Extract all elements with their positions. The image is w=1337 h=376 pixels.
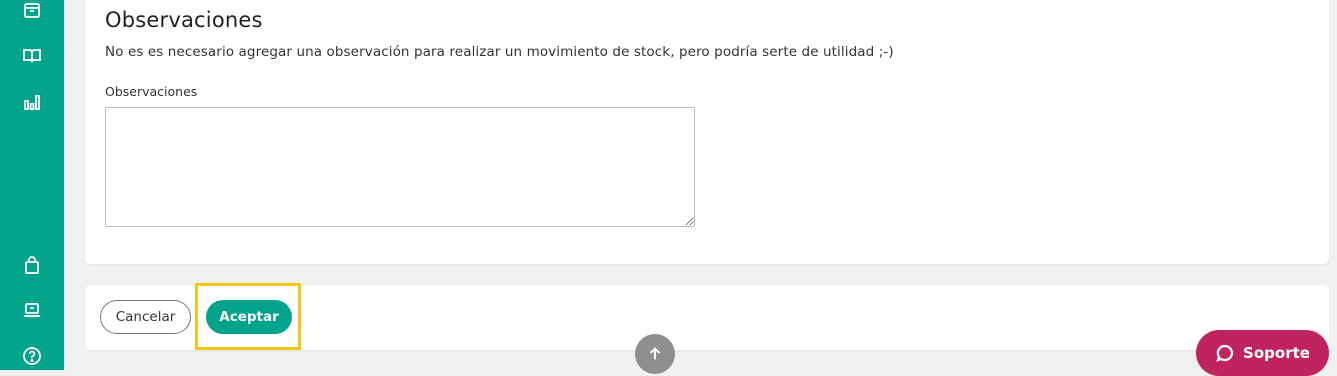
observations-textarea[interactable]	[105, 107, 695, 227]
book-icon[interactable]	[20, 45, 44, 67]
chat-bubble-icon	[1216, 344, 1234, 362]
box-icon[interactable]	[20, 0, 44, 21]
support-button[interactable]: Soporte	[1196, 330, 1329, 376]
sidebar	[0, 0, 64, 370]
arrow-up-icon	[649, 347, 661, 360]
support-label: Soporte	[1243, 344, 1310, 362]
help-icon[interactable]	[20, 345, 44, 367]
section-description: No es es necesario agregar una observaci…	[105, 44, 894, 60]
scroll-to-top-button[interactable]	[635, 334, 675, 374]
laptop-icon[interactable]	[20, 299, 44, 321]
bar-chart-icon[interactable]	[20, 91, 44, 113]
section-title: Observaciones	[105, 8, 263, 32]
observations-label: Observaciones	[105, 84, 198, 99]
cancel-button[interactable]: Cancelar	[100, 300, 191, 334]
accept-button[interactable]: Aceptar	[206, 300, 292, 334]
shopping-bag-icon[interactable]	[20, 254, 44, 276]
